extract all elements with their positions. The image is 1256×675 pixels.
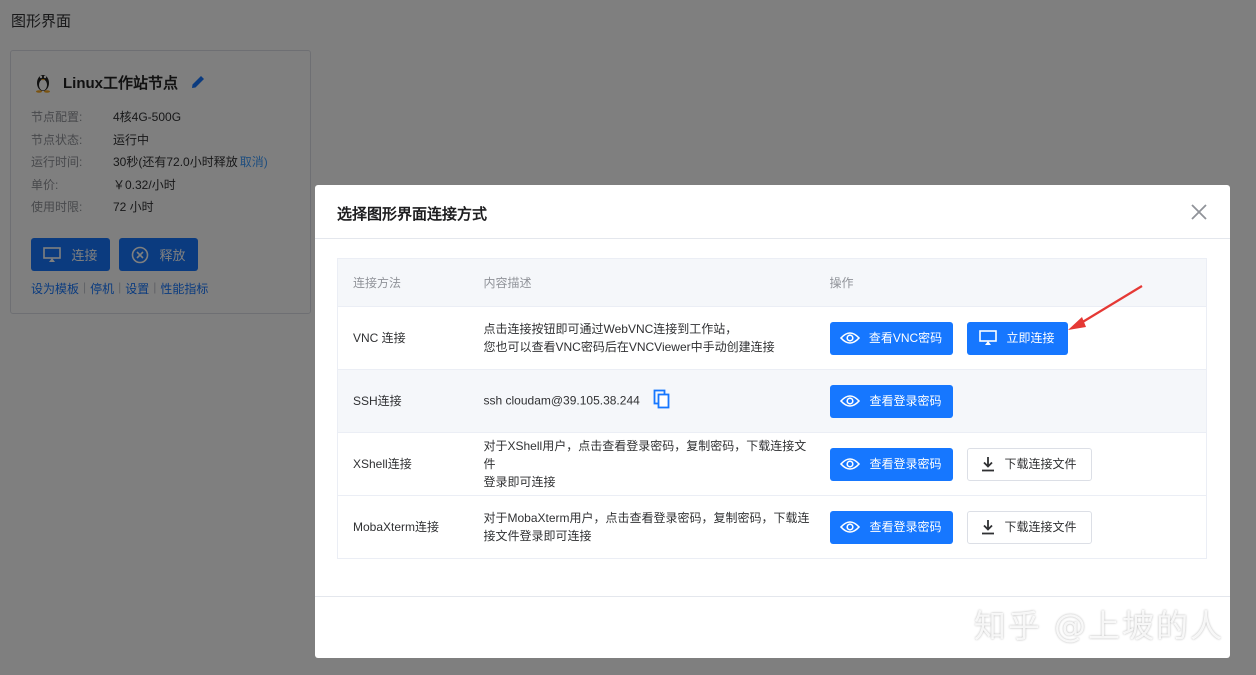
watermark: 知乎 @上坡的人 — [973, 607, 1224, 645]
table-row-ssh: SSH连接 ssh cloudam@39.105.38.244 查看登录密码 — [337, 369, 1207, 433]
connect-now-button[interactable]: 立即连接 — [966, 321, 1068, 355]
row-actions: 查看登录密码 下载连接文件 — [814, 495, 1207, 559]
eye-icon — [840, 521, 861, 533]
view-login-password-button[interactable]: 查看登录密码 — [829, 510, 953, 544]
row-method: MobaXterm连接 — [337, 495, 469, 559]
download-icon — [982, 457, 995, 472]
row-actions: 查看登录密码 — [814, 369, 1207, 433]
close-icon[interactable] — [1190, 203, 1208, 221]
row-description: 对于MobaXterm用户，点击查看登录密码，复制密码，下载连 接文件登录即可连… — [468, 495, 815, 559]
ssh-command: ssh cloudam@39.105.38.244 — [483, 393, 640, 408]
desc-line: 对于MobaXterm用户，点击查看登录密码，复制密码，下载连 — [483, 511, 810, 525]
dialog-footer-divider — [315, 596, 1230, 597]
download-connection-file-button[interactable]: 下载连接文件 — [966, 447, 1092, 481]
row-description: 点击连接按钮即可通过WebVNC连接到工作站， 您也可以查看VNC密码后在VNC… — [468, 306, 815, 370]
annotation-arrow — [1068, 285, 1143, 330]
row-method: SSH连接 — [337, 369, 469, 433]
row-description: ssh cloudam@39.105.38.244 — [468, 369, 815, 433]
copy-icon[interactable] — [653, 389, 671, 414]
button-label: 下载连接文件 — [1004, 457, 1077, 471]
download-icon — [982, 520, 995, 535]
row-description: 对于XShell用户，点击查看登录密码，复制密码，下载连接文件 登录即可连接 — [468, 432, 815, 496]
button-label: 查看VNC密码 — [868, 331, 943, 345]
eye-icon — [840, 458, 861, 470]
dialog-title: 选择图形界面连接方式 — [337, 206, 488, 223]
row-actions: 查看登录密码 下载连接文件 — [814, 432, 1207, 496]
view-login-password-button[interactable]: 查看登录密码 — [829, 447, 953, 481]
table-row-xshell: XShell连接 对于XShell用户，点击查看登录密码，复制密码，下载连接文件… — [337, 432, 1207, 496]
dialog-header-divider — [315, 238, 1230, 239]
desc-line: 您也可以查看VNC密码后在VNCViewer中手动创建连接 — [483, 340, 775, 354]
button-label: 下载连接文件 — [1004, 520, 1077, 534]
eye-icon — [839, 332, 860, 344]
table-row-mobaxterm: MobaXterm连接 对于MobaXterm用户，点击查看登录密码，复制密码，… — [337, 495, 1207, 559]
desc-line: 登录即可连接 — [483, 475, 556, 489]
row-method: XShell连接 — [337, 432, 469, 496]
eye-icon — [840, 395, 861, 407]
header-description: 内容描述 — [468, 258, 815, 307]
desc-line: 点击连接按钮即可通过WebVNC连接到工作站， — [483, 322, 738, 336]
button-label: 查看登录密码 — [869, 520, 942, 534]
desc-line: 对于XShell用户，点击查看登录密码，复制密码，下载连接文件 — [483, 439, 807, 471]
header-method: 连接方法 — [337, 258, 469, 307]
monitor-icon — [979, 330, 998, 345]
row-method: VNC 连接 — [337, 306, 469, 370]
button-label: 查看登录密码 — [869, 394, 942, 408]
download-connection-file-button[interactable]: 下载连接文件 — [966, 510, 1092, 544]
button-label: 查看登录密码 — [869, 457, 942, 471]
view-vnc-password-button[interactable]: 查看VNC密码 — [829, 321, 953, 355]
desc-line: 接文件登录即可连接 — [483, 529, 592, 543]
button-label: 立即连接 — [1006, 331, 1055, 345]
connection-dialog: 选择图形界面连接方式 连接方法 内容描述 操作 VNC 连接 点击连接按钮即可通… — [315, 185, 1230, 658]
view-login-password-button[interactable]: 查看登录密码 — [829, 384, 953, 418]
